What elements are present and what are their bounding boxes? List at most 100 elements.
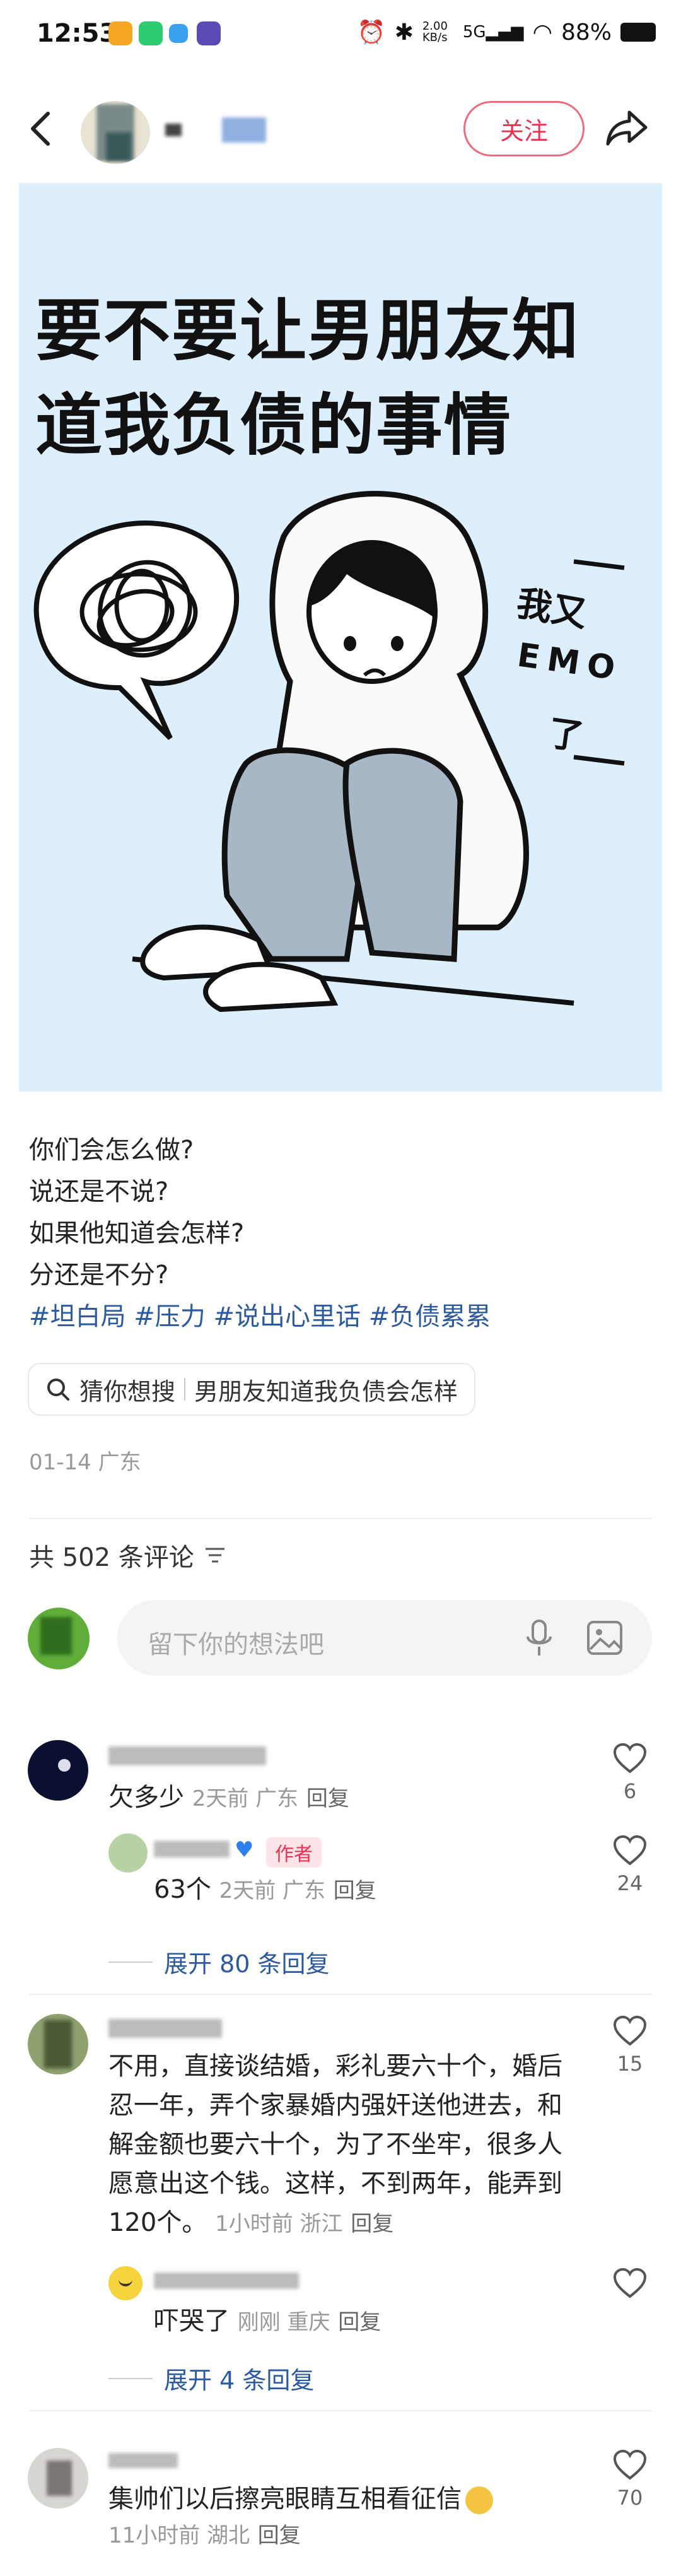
commenter-avatar[interactable] xyxy=(28,2014,88,2074)
expand-replies[interactable]: 展开 80 条回复 xyxy=(108,1944,330,1979)
avatar-pixelated xyxy=(106,132,131,161)
comment-text: 不用，直接谈结婚，彩礼要六十个，婚后忍一年，弄个家暴婚内强奸送他进去，和解金额也… xyxy=(108,2052,562,2237)
heart-icon xyxy=(613,2449,647,2480)
battery-icon xyxy=(620,23,656,42)
microphone-icon[interactable] xyxy=(525,1619,554,1658)
smirk-emoji-icon xyxy=(465,2486,493,2514)
reply-meta: 刚刚 重庆 xyxy=(237,2310,330,2335)
section-divider xyxy=(29,1518,652,1519)
follow-button[interactable]: 关注 xyxy=(463,101,585,156)
reply-avatar[interactable] xyxy=(108,1833,148,1873)
comment-text: 欠多少 xyxy=(108,1783,184,1812)
app-notification-icon xyxy=(108,21,132,45)
comment-placeholder: 留下你的想法吧 xyxy=(148,1630,324,1659)
comment-meta: 2天前 广东 xyxy=(192,1786,299,1811)
reply-link[interactable]: 回复 xyxy=(258,2523,301,2548)
status-indicators: ⏰ ✱ 2.00 KB/s 5G▂▄▆ ◠ 88% xyxy=(358,19,656,45)
emo-text-3: 了 xyxy=(545,712,586,758)
redacted-block xyxy=(154,1841,230,1857)
redacted-block xyxy=(165,124,182,136)
avatar-pixelated xyxy=(40,1617,72,1655)
author-avatar[interactable] xyxy=(81,101,150,164)
commenter-name-redacted[interactable] xyxy=(108,2016,235,2040)
expand-replies[interactable]: 展开 4 条回复 xyxy=(108,2361,314,2396)
like-count: 24 xyxy=(617,1871,643,1895)
divider xyxy=(184,1378,186,1401)
author-name-redacted[interactable] xyxy=(165,115,291,143)
comment-count[interactable]: 共 502 条评论 xyxy=(29,1537,226,1573)
like-button[interactable]: 70 xyxy=(608,2449,652,2510)
heart-icon xyxy=(613,2015,647,2046)
status-bar: 12:53 ⏰ ✱ 2.00 KB/s 5G▂▄▆ ◠ 88% xyxy=(0,0,681,76)
caption-line: 如果他知道会怎样? xyxy=(29,1219,245,1248)
heart-icon xyxy=(613,2267,647,2298)
network-speed: 2.00 KB/s xyxy=(422,20,448,44)
comment-divider xyxy=(29,1994,652,1995)
signal-icon: 5G▂▄▆ xyxy=(462,23,524,42)
post-date-location: 01-14 广东 xyxy=(29,1450,141,1475)
expand-label: 展开 80 条回复 xyxy=(164,1950,330,1978)
top-nav: 关注 xyxy=(0,82,681,177)
image-icon[interactable] xyxy=(586,1620,623,1656)
avatar-pixelated xyxy=(44,2020,72,2068)
smiley-face xyxy=(119,2279,132,2286)
commenter-name-redacted[interactable] xyxy=(108,1744,272,1768)
like-button[interactable]: 24 xyxy=(608,1835,652,1895)
commenter-avatar[interactable] xyxy=(28,2448,88,2508)
comment-meta: 1小时前 浙江 xyxy=(215,2211,343,2237)
commenter-name-redacted[interactable] xyxy=(108,2450,235,2474)
like-button[interactable] xyxy=(608,2267,652,2302)
comment-body: 集帅们以后擦亮眼睛互相看征信 11小时前 湖北 回复 xyxy=(108,2479,562,2551)
reply-body: 63个 2天前 广东 回复 xyxy=(154,1870,376,1910)
blue-heart-icon: ♥ xyxy=(235,1837,254,1862)
post-caption: 你们会怎么做? 说还是不说? 如果他知道会怎样? 分还是不分? #坦白局 #压力… xyxy=(29,1129,491,1338)
reply-link[interactable]: 回复 xyxy=(334,1878,376,1903)
reply-link[interactable]: 回复 xyxy=(306,1786,349,1811)
reply-link[interactable]: 回复 xyxy=(351,2211,393,2237)
reply-name-redacted[interactable] xyxy=(154,2269,305,2293)
author-badge: 作者 xyxy=(266,1837,322,1867)
like-count: 70 xyxy=(617,2486,643,2510)
like-button[interactable]: 15 xyxy=(608,2015,652,2076)
like-count: 6 xyxy=(623,1779,637,1803)
comment-body: 欠多少 2天前 广东 回复 xyxy=(108,1778,349,1818)
reply-avatar[interactable] xyxy=(108,2266,143,2300)
signal-label: 5G xyxy=(462,23,486,42)
sort-icon xyxy=(205,1548,224,1563)
comment-meta: 11小时前 湖北 xyxy=(108,2523,250,2548)
guess-search-chip[interactable]: 猜你想搜 男朋友知道我负债会怎样 xyxy=(28,1363,476,1416)
reply-meta: 2天前 广东 xyxy=(219,1878,326,1903)
redacted-block xyxy=(108,2453,178,2468)
my-avatar xyxy=(28,1608,90,1669)
expand-label: 展开 4 条回复 xyxy=(164,2367,315,2394)
guess-label: 猜你想搜 xyxy=(79,1377,176,1406)
heart-icon xyxy=(613,1743,647,1773)
back-arrow-icon xyxy=(31,112,50,146)
battery-percent: 88% xyxy=(561,19,612,45)
expand-line xyxy=(108,2377,153,2379)
caption-line: 分还是不分? xyxy=(29,1261,169,1290)
like-button[interactable]: 6 xyxy=(608,1743,652,1803)
redacted-block xyxy=(108,1746,266,1765)
hashtags[interactable]: #坦白局 #压力 #说出心里话 #负债累累 xyxy=(29,1296,491,1338)
sad-girl-illustration xyxy=(33,491,625,1013)
commenter-avatar[interactable] xyxy=(28,1740,88,1801)
comment-input[interactable]: 留下你的想法吧 xyxy=(117,1600,652,1676)
search-icon xyxy=(47,1379,69,1401)
share-button[interactable] xyxy=(604,107,649,149)
reply-body: 吓哭了 刚刚 重庆 回复 xyxy=(154,2302,381,2342)
expand-line xyxy=(108,1961,153,1963)
redacted-block xyxy=(108,2019,222,2038)
bluetooth-icon: ✱ xyxy=(394,19,414,45)
reply-name-redacted[interactable]: ♥ 作者 xyxy=(154,1837,381,1867)
share-icon xyxy=(606,110,648,146)
back-button[interactable] xyxy=(25,110,57,148)
comment-body: 不用，直接谈结婚，彩礼要六十个，婚后忍一年，弄个家暴婚内强奸送他进去，和解金额也… xyxy=(108,2047,562,2244)
comment-divider xyxy=(29,2410,652,2411)
app-notification-icon xyxy=(169,24,188,43)
heart-icon xyxy=(613,1835,647,1866)
avatar-pixelated xyxy=(47,2461,72,2496)
reply-link[interactable]: 回复 xyxy=(338,2310,381,2335)
avatar-moon xyxy=(58,1759,71,1772)
post-image[interactable]: 要不要让男朋友知 道我负债的事情 我又 EMO 了 xyxy=(19,183,662,1091)
